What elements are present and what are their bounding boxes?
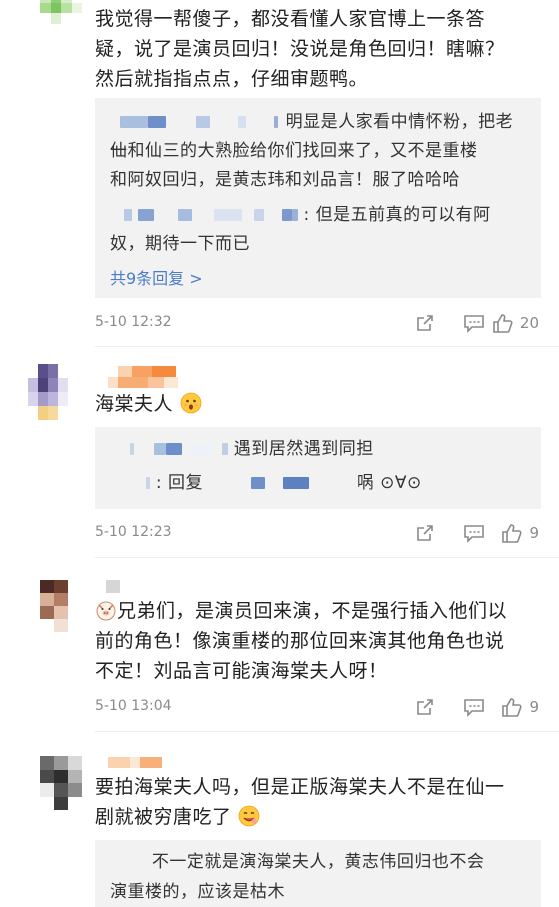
forward-icon <box>417 699 433 715</box>
username-blur[interactable] <box>281 209 292 221</box>
comment-text-line: 然后就指指点点，仔细审题鸭。 <box>95 68 369 90</box>
reply-item[interactable]: 不一定就是演海棠夫人，黄志伟回归也不会 <box>110 848 526 877</box>
avatar[interactable] <box>40 756 82 810</box>
action-bar: 20 <box>385 312 539 334</box>
action-bar: 9 <box>385 696 539 718</box>
username-blur[interactable] <box>130 443 134 455</box>
timestamp: 5-10 12:32 <box>95 314 172 330</box>
comment-icon <box>464 699 484 717</box>
comment-text-line: 剧就被穷唐吃了 <box>95 802 539 832</box>
avatar[interactable] <box>40 0 82 34</box>
comment-icon <box>464 525 484 543</box>
reply-item[interactable]: : 回复 㖞 ⊙∀⊙ <box>110 469 526 498</box>
divider <box>95 731 559 732</box>
divider <box>95 557 559 558</box>
username-blur[interactable] <box>120 116 148 128</box>
action-bar: 9 <box>385 522 539 544</box>
pig-face-emoji-icon <box>96 601 116 621</box>
username-blur[interactable] <box>213 209 242 221</box>
like-button[interactable]: 9 <box>485 522 539 544</box>
username-blur[interactable] <box>282 477 309 489</box>
like-count: 9 <box>529 698 539 716</box>
username-blur[interactable] <box>148 116 166 128</box>
reply-text: 奴，期待一下而已 <box>110 234 250 254</box>
comment-icon <box>464 315 484 333</box>
username-blur[interactable] <box>237 116 246 128</box>
comment-text: 兄弟们，是演员回来演，不是强行插入他们以 前的角色！像演重楼的那位回来演其他角色… <box>95 596 539 686</box>
drooling-face-emoji-icon <box>238 805 260 827</box>
like-count: 20 <box>519 314 539 332</box>
thumbs-up-icon <box>502 697 522 717</box>
avatar[interactable] <box>40 580 68 632</box>
thumbs-up-icon <box>493 313 513 333</box>
reply-text: 不一定就是演海棠夫人，黄志伟回归也不会 <box>151 852 485 872</box>
reply-text: 遇到居然遇到同担 <box>233 439 374 459</box>
username-blur[interactable] <box>221 443 228 455</box>
like-count: 9 <box>529 524 539 542</box>
timestamp: 5-10 13:04 <box>95 698 172 714</box>
avatar[interactable] <box>28 364 68 420</box>
forward-icon <box>417 315 433 331</box>
divider <box>95 346 559 347</box>
username-blur[interactable] <box>165 443 182 455</box>
reply-text: : 回复 <box>155 473 204 493</box>
reply-box: 遇到居然遇到同担 : 回复 㖞 ⊙∀⊙ <box>95 427 541 509</box>
username-blur[interactable] <box>146 477 150 489</box>
username-blur[interactable] <box>291 209 298 221</box>
username-blur[interactable] <box>195 116 210 128</box>
username-blur[interactable] <box>153 443 166 455</box>
comment-button[interactable] <box>435 522 485 544</box>
reply-text: 演重楼的，应该是枯木 <box>110 882 285 902</box>
more-replies-link[interactable]: 共9条回复 > <box>110 265 203 289</box>
comment-text-line: 前的角色！像演重楼的那位回来演其他角色也说 <box>95 630 505 652</box>
comment-text-line: 兄弟们，是演员回来演，不是强行插入他们以 <box>117 600 508 622</box>
comment-button[interactable] <box>435 696 485 718</box>
comment-text-line: 要拍海棠夫人吗，但是正版海棠夫人不是在仙一 <box>95 776 505 798</box>
username-blur[interactable] <box>273 116 278 128</box>
forward-button[interactable] <box>385 312 435 334</box>
username-blur[interactable] <box>250 477 265 489</box>
forward-button[interactable] <box>385 696 435 718</box>
comment-text-line: 我觉得一帮傻子，都没看懂人家官博上一条答 <box>95 8 486 30</box>
username-blur[interactable] <box>110 856 132 868</box>
comment-button[interactable] <box>435 312 485 334</box>
comment-text: 要拍海棠夫人吗，但是正版海棠夫人不是在仙一 剧就被穷唐吃了 <box>95 772 539 832</box>
reply-box: 不一定就是演海棠夫人，黄志伟回归也不会 演重楼的，应该是枯木 <box>95 840 541 907</box>
comment-text-line: 兄弟们，是演员回来演，不是强行插入他们以 <box>95 596 539 626</box>
reply-text: 和阿奴回归，是黄志玮和刘品言！服了哈哈哈 <box>110 170 460 190</box>
username-blur[interactable] <box>253 209 264 221</box>
comment-text-line: 剧就被穷唐吃了 <box>95 806 232 828</box>
reply-text: 一和仙三的大熟脸给你们找回来了，又不是重楼 <box>110 141 478 161</box>
comment-text: 我觉得一帮傻子，都没看懂人家官博上一条答 疑，说了是演员回归！没说是角色回归！瞎… <box>95 4 539 94</box>
username-blur[interactable] <box>138 209 154 221</box>
like-button[interactable]: 9 <box>485 696 539 718</box>
comment-text-line: 疑，说了是演员回归！没说是角色回归！瞎嘛？ <box>95 38 505 60</box>
username-blur[interactable] <box>177 209 192 221</box>
username-blur[interactable] <box>124 209 132 221</box>
reply-text: 㖞 ⊙∀⊙ <box>356 473 422 493</box>
like-button[interactable]: 20 <box>485 312 539 334</box>
forward-icon <box>417 525 433 541</box>
comment-text: 海棠夫人 <box>95 389 539 419</box>
comment-text-line: 海棠夫人 <box>95 393 174 415</box>
comment-text-line: 不定！刘品言可能演海棠夫人呀！ <box>95 660 388 682</box>
timestamp: 5-10 12:23 <box>95 524 172 540</box>
forward-button[interactable] <box>385 522 435 544</box>
reply-box: 明显是人家看中情怀粉，把老仙 一和仙三的大熟脸给你们找回来了，又不是重楼 和阿奴… <box>95 98 541 298</box>
reply-text: : 但是五前真的可以有阿 <box>303 205 491 225</box>
username-blur[interactable] <box>189 443 214 455</box>
reply-item[interactable]: 遇到居然遇到同担 <box>110 435 526 464</box>
thumbs-up-icon <box>502 523 522 543</box>
surprised-emoji-icon <box>180 392 201 414</box>
reply-item[interactable]: : 但是五前真的可以有阿 <box>110 201 526 230</box>
